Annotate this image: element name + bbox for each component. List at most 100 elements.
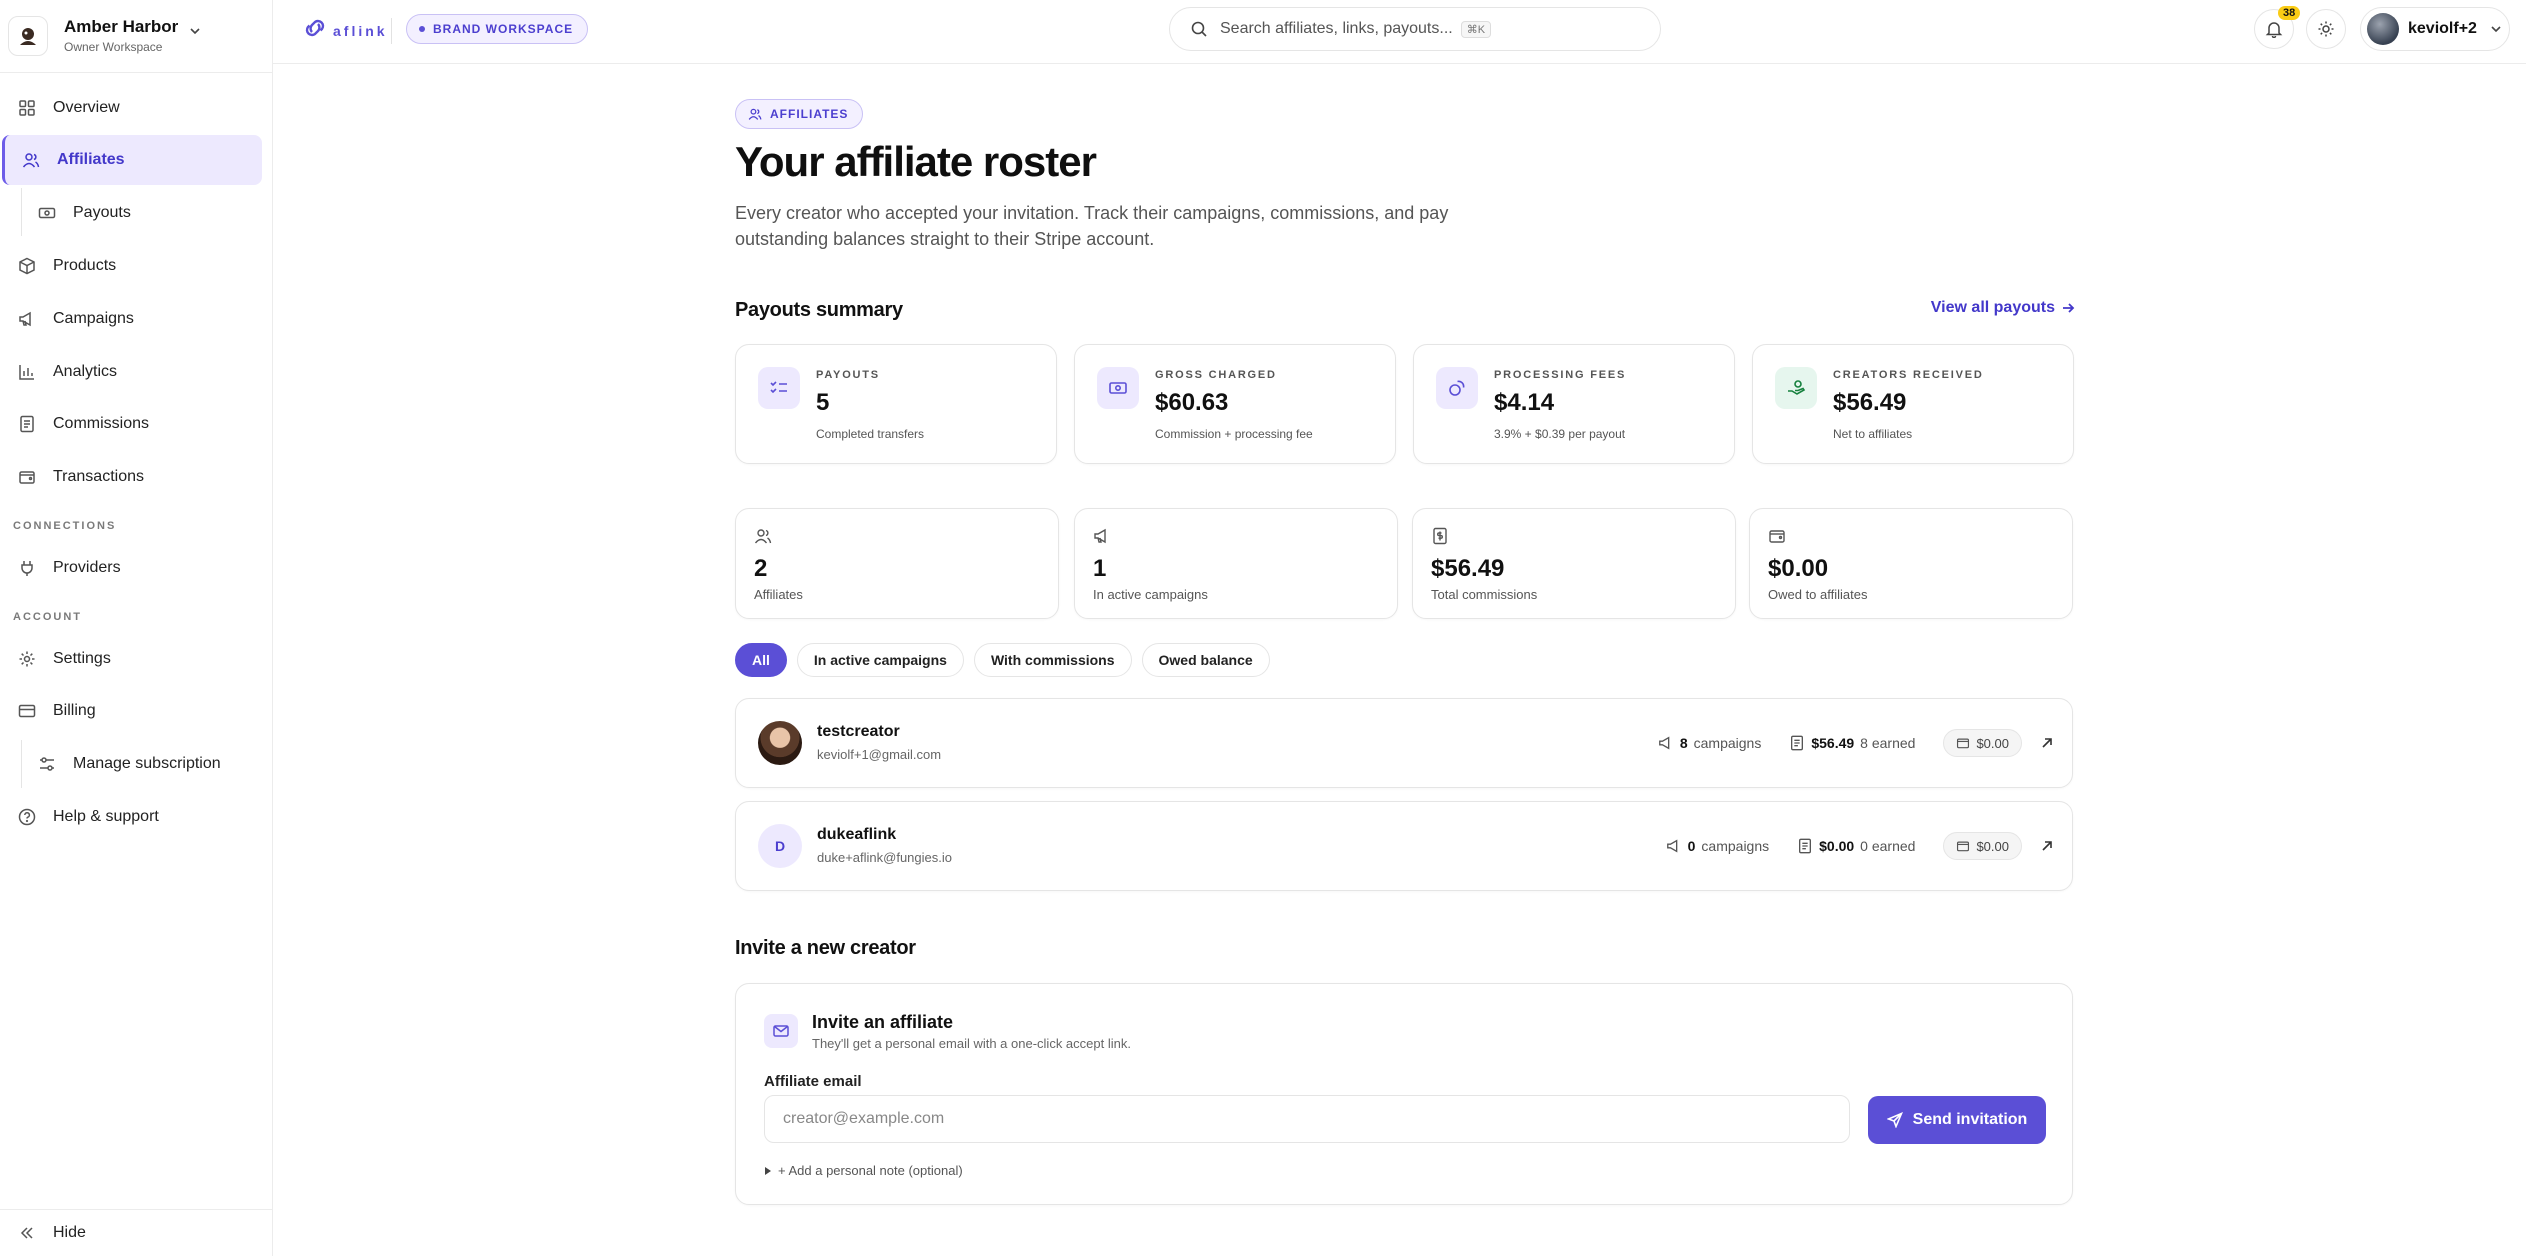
view-all-label: View all payouts: [1930, 299, 2055, 316]
hand-coins-icon: [1775, 367, 1817, 409]
workspace-text: Amber Harbor Owner Workspace: [64, 17, 178, 55]
stat-value: 1: [1093, 555, 1107, 582]
receipt-dollar-icon: [1431, 527, 1449, 545]
megaphone-icon: [1093, 527, 1111, 545]
email-field-label: Affiliate email: [764, 1073, 862, 1090]
search-shortcut: ⌘K: [1460, 20, 1492, 38]
sidebar-item-label: Overview: [53, 99, 120, 116]
send-invitation-button[interactable]: Send invitation: [1868, 1096, 2046, 1144]
receipt-dollar-icon: [1797, 838, 1813, 854]
summary-note: Net to affiliates: [1833, 427, 1913, 441]
receipt-dollar-icon: [1789, 735, 1805, 751]
send-icon: [1886, 1112, 1903, 1128]
filter-all[interactable]: All: [735, 643, 787, 677]
hide-label: Hide: [53, 1224, 86, 1241]
stat-label: Owed to affiliates: [1768, 587, 1868, 602]
sidebar-item-label: Providers: [53, 559, 121, 576]
stat-label: Total commissions: [1431, 587, 1538, 602]
summary-card-creators-received: CREATORS RECEIVED $56.49 Net to affiliat…: [1752, 344, 2074, 464]
summary-label: GROSS CHARGED: [1155, 369, 1277, 381]
brand-logo[interactable]: aflink: [303, 18, 388, 43]
sidebar-item-payouts[interactable]: Payouts: [22, 188, 262, 238]
banknote-icon: [1097, 367, 1139, 409]
users-icon: [748, 107, 762, 121]
view-all-payouts-link[interactable]: View all payouts: [1931, 299, 2075, 317]
stat-card-total-commissions: $56.49 Total commissions: [1412, 508, 1736, 619]
campaigns-count: 8 campaigns: [1658, 735, 1761, 751]
link-icon: [303, 18, 327, 43]
workspace-switcher[interactable]: Amber Harbor Owner Workspace: [8, 8, 265, 64]
triangle-right-icon: [764, 1166, 772, 1175]
sidebar-item-label: Transactions: [53, 468, 144, 485]
sidebar-item-help[interactable]: Help & support: [2, 792, 262, 842]
summary-value: 5: [816, 389, 830, 416]
open-external-icon[interactable]: [2040, 736, 2054, 750]
sidebar-item-providers[interactable]: Providers: [2, 543, 262, 593]
open-external-icon[interactable]: [2040, 839, 2054, 853]
invite-title: Invite an affiliate: [812, 1012, 954, 1032]
sidebar-item-settings[interactable]: Settings: [2, 634, 262, 684]
personal-note-label: + Add a personal note (optional): [778, 1163, 963, 1178]
theme-toggle-button[interactable]: [2306, 9, 2346, 49]
sidebar-item-affiliates[interactable]: Affiliates: [2, 135, 262, 185]
affiliate-row[interactable]: testcreator keviolf+1@gmail.com 8 campai…: [735, 698, 2073, 788]
owed-value: $0.00: [1976, 838, 2009, 854]
owed-badge: $0.00: [1943, 832, 2022, 860]
stat-value: 2: [754, 555, 768, 582]
filter-owed-balance[interactable]: Owed balance: [1141, 643, 1270, 677]
coins-icon: [1436, 367, 1478, 409]
wallet-icon: [1956, 839, 1970, 853]
earned-value: $56.49: [1811, 735, 1855, 751]
earned-amount: $0.00 0 earned: [1797, 838, 1915, 854]
notifications-button[interactable]: 38: [2254, 6, 2301, 49]
personal-note-toggle[interactable]: + Add a personal note (optional): [764, 1163, 963, 1178]
campaigns-label: campaigns: [1701, 838, 1770, 854]
package-icon: [17, 256, 37, 276]
avatar: [2367, 13, 2399, 45]
sidebar-item-transactions[interactable]: Transactions: [2, 452, 262, 502]
stat-value: $56.49: [1431, 555, 1505, 582]
summary-card-gross-charged: GROSS CHARGED $60.63 Commission + proces…: [1074, 344, 1396, 464]
wallet-icon: [1768, 527, 1786, 545]
summary-card-processing-fees: PROCESSING FEES $4.14 3.9% + $0.39 per p…: [1413, 344, 1735, 464]
affiliate-email: duke+aflink@fungies.io: [817, 850, 952, 865]
earned-label: 0 earned: [1860, 838, 1916, 854]
banknote-icon: [37, 203, 57, 223]
sidebar-item-products[interactable]: Products: [2, 241, 262, 291]
invite-subtitle: They'll get a personal email with a one-…: [812, 1036, 1131, 1051]
sidebar-item-overview[interactable]: Overview: [2, 83, 262, 133]
filter-chips: All In active campaigns With commissions…: [735, 643, 1280, 677]
search-bar[interactable]: Search affiliates, links, payouts... ⌘K: [1169, 7, 1661, 51]
hide-sidebar-button[interactable]: Hide: [2, 1208, 262, 1256]
sidebar-item-analytics[interactable]: Analytics: [2, 347, 262, 397]
summary-label: PROCESSING FEES: [1494, 369, 1627, 381]
sidebar-item-commissions[interactable]: Commissions: [2, 399, 262, 449]
sidebar-item-label: Help & support: [53, 808, 159, 825]
stat-card-affiliates: 2 Affiliates: [735, 508, 1059, 619]
page-title: Your affiliate roster: [735, 138, 1097, 185]
workspace-pill-label: BRAND WORKSPACE: [433, 22, 574, 36]
summary-note: Commission + processing fee: [1155, 427, 1313, 441]
sidebar-item-campaigns[interactable]: Campaigns: [2, 294, 262, 344]
affiliate-row[interactable]: D dukeaflink duke+aflink@fungies.io 0 ca…: [735, 801, 2073, 891]
filter-with-commissions[interactable]: With commissions: [973, 643, 1132, 677]
sidebar-item-label: Commissions: [53, 415, 150, 432]
page-description: Every creator who accepted your invitati…: [735, 203, 1449, 249]
stat-card-active-campaigns: 1 In active campaigns: [1074, 508, 1398, 619]
receipt-icon: [17, 414, 37, 434]
sidebar-item-label: Settings: [53, 650, 111, 667]
sidebar-item-billing[interactable]: Billing: [2, 686, 262, 736]
search-placeholder: Search affiliates, links, payouts...: [1220, 20, 1453, 37]
gear-icon: [17, 649, 37, 669]
workspace-name: Amber Harbor: [64, 17, 179, 36]
divider: [0, 72, 273, 73]
sliders-icon: [37, 754, 57, 774]
sun-icon: [2317, 20, 2335, 38]
sidebar-item-label: Campaigns: [53, 310, 134, 327]
email-field[interactable]: [764, 1095, 1850, 1143]
chevron-down-icon: [188, 24, 202, 43]
user-menu-button[interactable]: keviolf+2: [2360, 7, 2510, 51]
sidebar-item-manage-subscription[interactable]: Manage subscription: [22, 739, 262, 789]
stat-value: $0.00: [1768, 555, 1829, 582]
filter-active-campaigns[interactable]: In active campaigns: [796, 643, 964, 677]
